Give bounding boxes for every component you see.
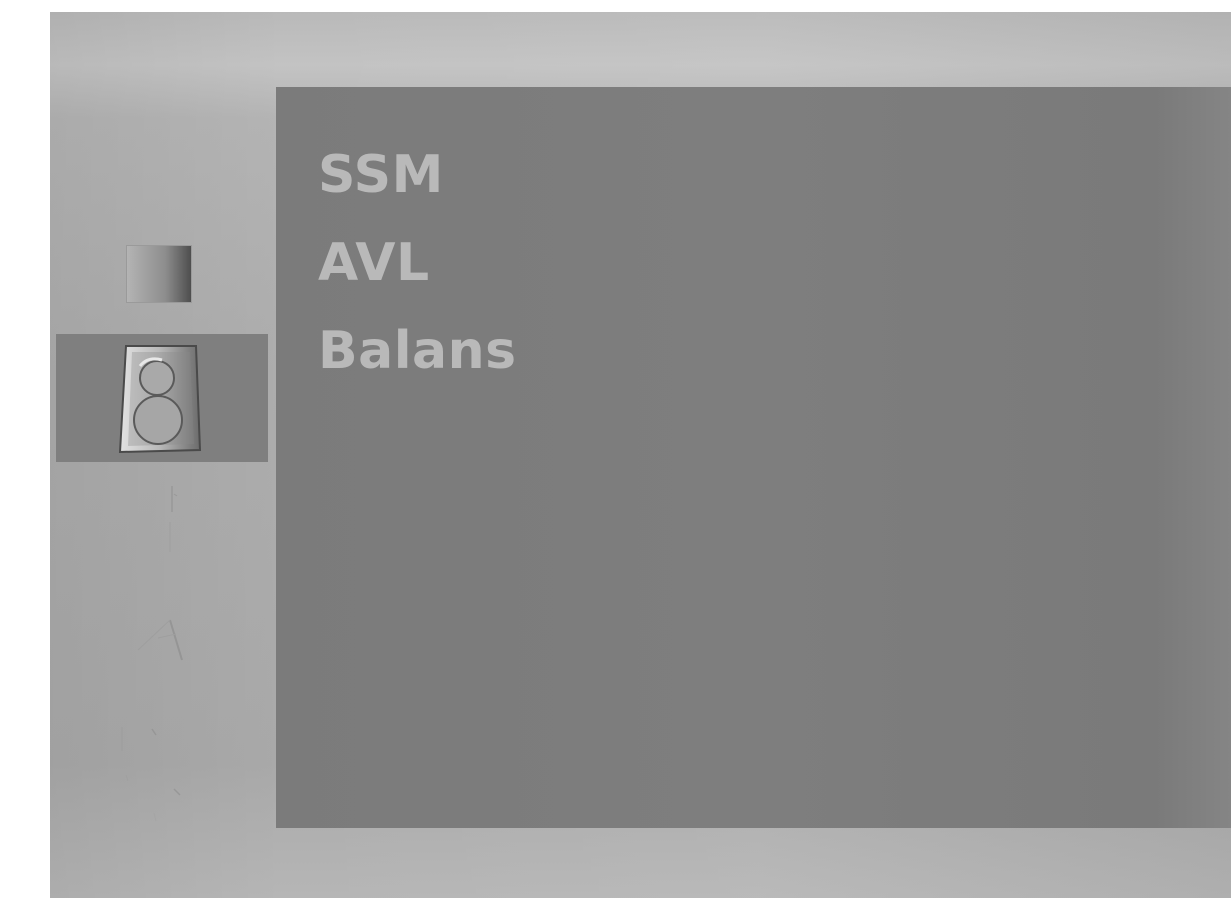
menu-panel: SSM AVL Balans [276,87,1231,828]
sidebar-item-picture[interactable] [118,242,198,306]
menu-item-avl[interactable]: AVL [318,219,517,307]
special-icon[interactable] [130,612,200,682]
speaker-icon [118,345,202,454]
sidebar-item-audio[interactable] [56,334,268,462]
picture-icon [126,245,192,303]
audio-menu-list: SSM AVL Balans [318,131,517,395]
clock-icon[interactable] [150,482,190,572]
menu-item-ssm[interactable]: SSM [318,131,517,219]
menu-item-balans[interactable]: Balans [318,307,517,395]
tv-osd-screen: SSM AVL Balans [50,12,1231,898]
screen-icon[interactable] [110,717,200,827]
